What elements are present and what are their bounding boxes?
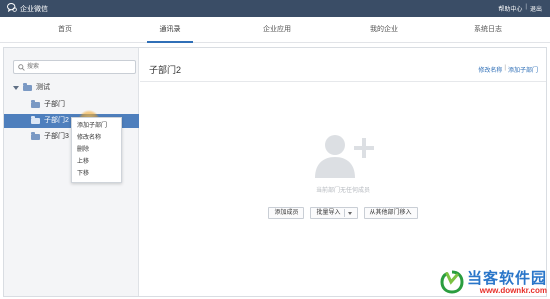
logout-link[interactable]: 退出 [530,4,542,13]
brand-name: 企业微信 [20,5,48,13]
tab-home[interactable]: 首页 [20,17,110,43]
top-links: 帮助中心 | 退出 [498,4,542,13]
menu-item-rename[interactable]: 修改名称 [72,132,121,144]
add-user-icon [311,132,379,182]
batch-import-button[interactable]: 批量导入 [310,207,358,219]
link-separator: | [525,4,527,10]
button-divider [343,209,345,217]
context-menu: 添加子部门 修改名称 删除 上移 下移 [71,117,122,183]
main-nav: 首页 通讯录 企业应用 我的企业 系统日志 [0,17,550,43]
tab-contacts[interactable]: 通讯录 [125,17,215,43]
add-member-button[interactable]: 添加成员 [268,207,305,219]
top-bar: 企业微信 帮助中心 | 退出 [0,0,550,17]
tab-system-log[interactable]: 系统日志 [443,17,533,43]
member-buttons: 添加成员 批量导入 从其他部门移入 [140,207,546,219]
menu-item-delete[interactable]: 删除 [72,144,121,156]
department-title: 子部门2 [149,65,182,75]
menu-item-move-down[interactable]: 下移 [72,168,121,180]
tab-apps[interactable]: 企业应用 [232,17,322,43]
menu-item-move-up[interactable]: 上移 [72,156,121,168]
tree-root-label: 测试 [36,84,50,91]
help-center-link[interactable]: 帮助中心 [498,4,522,13]
content-panel: 测试 子部门 子部门2 子部门3 添加子部门 修改名称 删除 上移 下移 子部门… [3,47,547,297]
caret-down-icon[interactable] [13,86,19,90]
rename-link[interactable]: 修改名称 [478,65,502,74]
menu-item-add-subdept[interactable]: 添加子部门 [72,120,121,132]
department-actions: 修改名称 | 添加子部门 [478,65,538,74]
batch-import-label: 批量导入 [316,210,341,216]
search-input[interactable] [27,62,131,72]
tree-item-label: 子部门2 [44,117,69,124]
search-box[interactable] [13,60,136,74]
department-sidebar: 测试 子部门 子部门2 子部门3 添加子部门 修改名称 删除 上移 下移 [4,48,139,296]
move-from-other-button[interactable]: 从其他部门移入 [363,207,418,219]
folder-icon [31,132,40,140]
brand[interactable]: 企业微信 [6,3,48,14]
folder-icon [31,100,40,108]
department-detail: 子部门2 修改名称 | 添加子部门 当前部门无任何成员 添加成员 批量导入 从其… [140,48,546,296]
tree-item-dept3[interactable]: 子部门3 [31,130,69,144]
tree-item-label: 子部门 [44,101,65,108]
site-watermark: 当客软件园 www.downkr.com [440,270,547,296]
tree-item-dept1[interactable]: 子部门 [31,98,65,112]
empty-state-text: 当前部门无任何成员 [315,188,370,194]
folder-icon [31,116,40,124]
search-icon [18,64,25,73]
watermark-en: www.downkr.com [479,286,547,295]
dropdown-arrow-icon [347,211,352,215]
watermark-logo-icon [440,270,464,296]
tree-root[interactable]: 测试 [13,81,50,95]
header-divider [140,81,546,82]
wechat-work-logo-icon [6,3,17,14]
action-separator: | [504,65,506,71]
tree-item-label: 子部门3 [44,133,69,140]
watermark-cn: 当客软件园 [466,270,547,287]
watermark-text: 当客软件园 www.downkr.com [467,271,547,295]
add-subdept-link[interactable]: 添加子部门 [508,65,538,74]
folder-icon [23,83,32,91]
tab-my-company[interactable]: 我的企业 [339,17,429,43]
